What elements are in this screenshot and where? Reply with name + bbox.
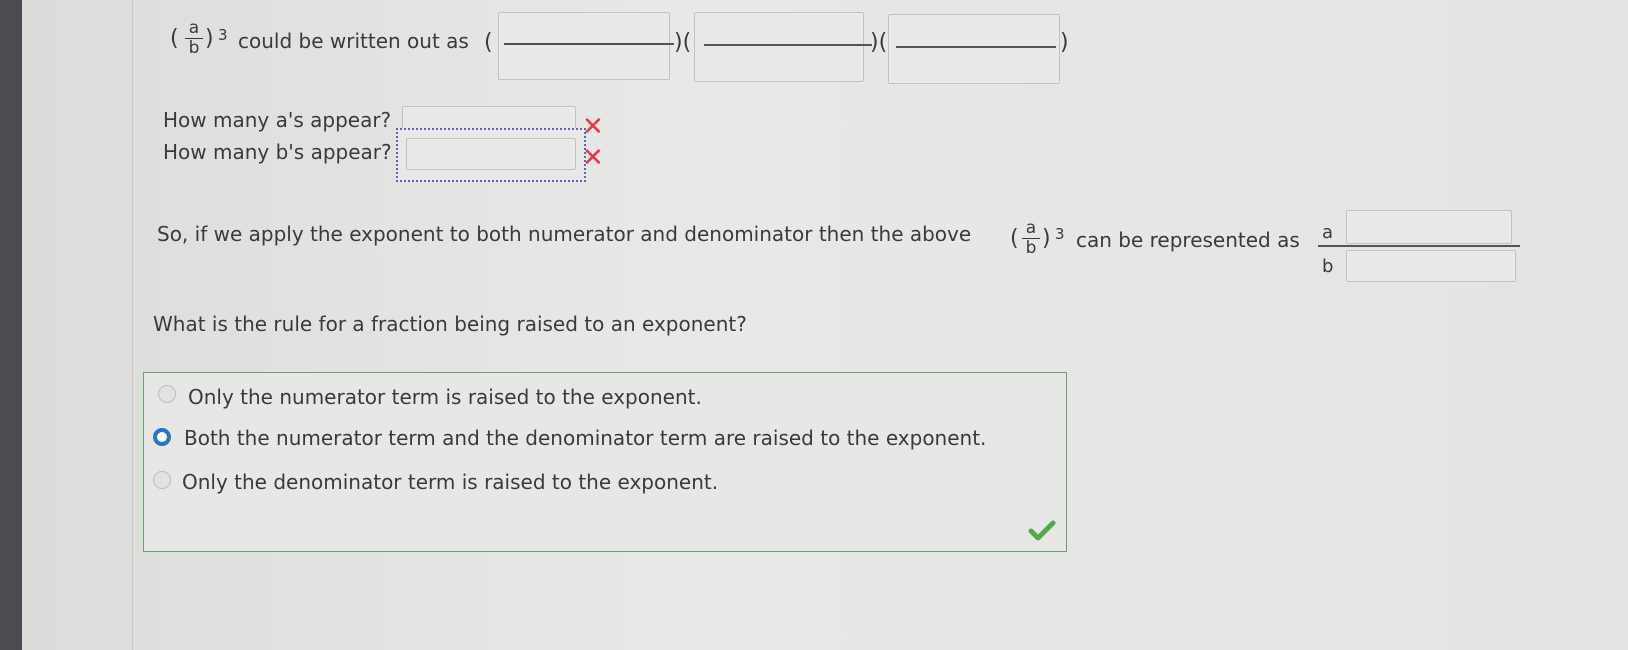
q3-close-paren: ): [1042, 226, 1051, 251]
q1-sep-0: (: [484, 30, 493, 55]
open-paren: (: [170, 26, 179, 51]
left-dark-edge: [0, 0, 22, 650]
close-paren: ): [205, 26, 214, 51]
q1-factor-box-1[interactable]: [498, 12, 670, 80]
q1-fill-line-1: [504, 43, 674, 45]
q3-text-before: So, if we apply the exponent to both num…: [157, 222, 972, 246]
q4-option-2-label[interactable]: Both the numerator term and the denomina…: [184, 426, 986, 450]
q1-sep-1: )(: [674, 30, 692, 55]
q3-fraction-a-over-b: a b: [1022, 219, 1040, 258]
q1-fill-line-2: [704, 44, 872, 46]
q4-option-1-radio[interactable]: [158, 385, 176, 403]
fraction-numerator: a: [185, 19, 203, 39]
q3-numerator-exponent-input[interactable]: [1346, 210, 1512, 244]
q2-b-label: How many b's appear?: [163, 140, 392, 164]
exponent: 3: [218, 26, 228, 44]
q4-option-3-radio[interactable]: [153, 471, 171, 489]
q1-sep-2: )(: [870, 30, 888, 55]
q1-sep-3: ): [1060, 30, 1069, 55]
q1-factor-box-2[interactable]: [694, 12, 864, 82]
q3-exponent: 3: [1055, 225, 1065, 243]
page-margin-line: [132, 0, 133, 650]
q3-fraction-denominator: b: [1025, 238, 1037, 258]
correct-check-icon: [1028, 520, 1056, 541]
q4-prompt: What is the rule for a fraction being ra…: [153, 312, 747, 336]
q2-a-label: How many a's appear?: [163, 108, 392, 132]
q1-fill-line-3: [896, 46, 1056, 48]
q2-b-input[interactable]: [406, 138, 576, 170]
q3-fraction-bar: [1318, 245, 1520, 247]
q2-a-wrong-icon: ✕: [582, 112, 604, 142]
q3-open-paren: (: [1010, 226, 1019, 251]
q3-denominator-exponent-input[interactable]: [1346, 250, 1516, 282]
q4-option-2-radio[interactable]: [153, 428, 171, 446]
q3-result-denominator-base: b: [1322, 256, 1334, 277]
q1-factor-box-3[interactable]: [888, 14, 1060, 84]
fraction-denominator: b: [188, 38, 200, 58]
fraction-a-over-b: a b: [185, 19, 203, 58]
q3-text-after: can be represented as: [1076, 228, 1300, 252]
q3-fraction-numerator: a: [1022, 219, 1040, 239]
q4-option-3-label[interactable]: Only the denominator term is raised to t…: [182, 470, 718, 494]
q3-result-numerator-base: a: [1322, 222, 1334, 243]
q4-option-1-label[interactable]: Only the numerator term is raised to the…: [188, 385, 702, 409]
q1-text: could be written out as: [238, 29, 469, 53]
q2-b-wrong-icon: ✕: [582, 143, 604, 173]
